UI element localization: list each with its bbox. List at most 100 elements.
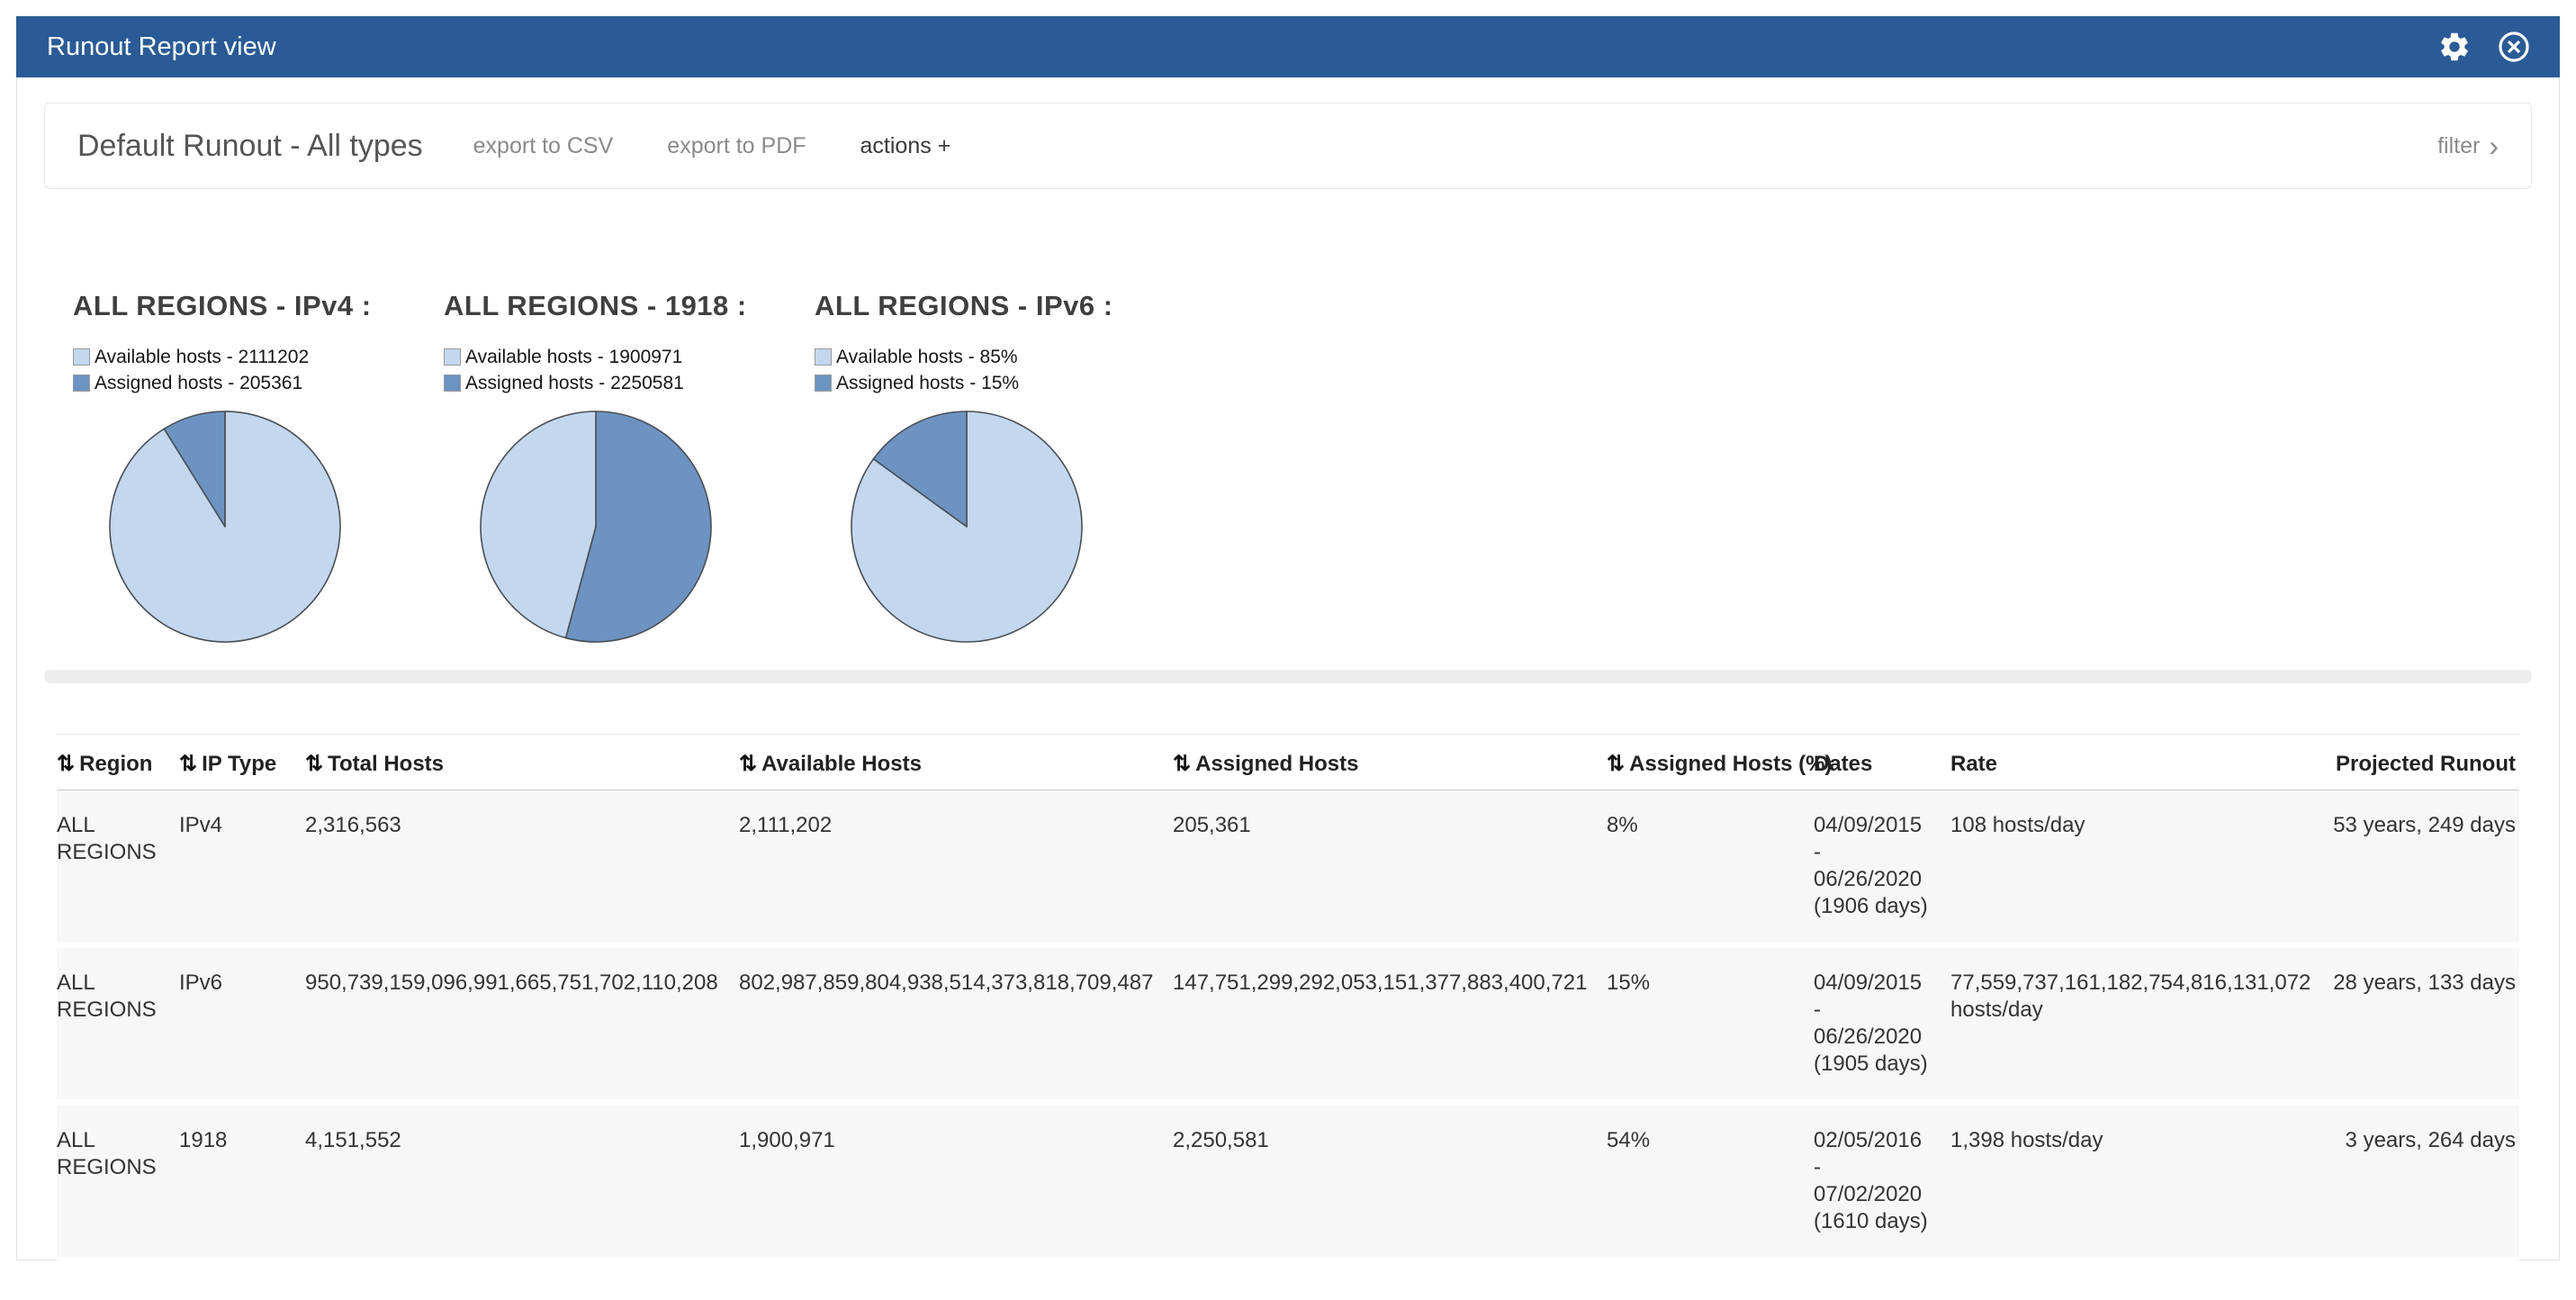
column-label: Rate — [1950, 752, 1997, 776]
column-label: Region — [79, 752, 152, 776]
table-header-row: ⇅Region ⇅IP Type ⇅Total Hosts ⇅Available… — [57, 735, 2519, 790]
chart-legend: Available hosts - 85% Assigned hosts - 1… — [815, 344, 1185, 396]
column-label: Dates — [1814, 752, 1872, 776]
toolbar: Default Runout - All types export to CSV… — [44, 103, 2532, 189]
cell-projected-runout: 3 years, 264 days — [2319, 1103, 2519, 1260]
chart-title: ALL REGIONS - IPv4 : — [73, 290, 444, 322]
column-header-rate: Rate — [1950, 735, 2319, 790]
window-titlebar: Runout Report view — [16, 16, 2560, 77]
sort-icon: ⇅ — [305, 752, 321, 776]
sort-icon: ⇅ — [739, 752, 755, 776]
column-label: Projected Runout — [2336, 752, 2516, 776]
cell-region: ALL REGIONS — [57, 945, 179, 1103]
export-csv-link[interactable]: export to CSV — [473, 133, 614, 159]
cell-ip-type: 1918 — [179, 1103, 305, 1260]
column-header-assigned-hosts[interactable]: ⇅Assigned Hosts — [1173, 735, 1607, 790]
column-label: Available Hosts — [761, 752, 922, 776]
column-label: IP Type — [202, 752, 276, 776]
cell-region: ALL REGIONS — [57, 790, 179, 945]
report-title: Default Runout - All types — [77, 129, 423, 164]
legend-label: Available hosts - 85% — [836, 347, 1018, 368]
legend-item: Available hosts - 85% — [815, 344, 1185, 370]
cell-assigned-pct: 54% — [1607, 1103, 1814, 1260]
close-icon-glyph — [2497, 30, 2531, 64]
legend-item: Assigned hosts - 205361 — [73, 370, 444, 396]
column-label: Assigned Hosts — [1195, 752, 1358, 776]
pie-chart-ipv4: ALL REGIONS - IPv4 : Available hosts - 2… — [73, 290, 444, 645]
runout-report-window: Runout Report view Default Runout - A — [0, 0, 2576, 1300]
report-panel: Runout Report view Default Runout - A — [16, 16, 2560, 1260]
legend-label: Assigned hosts - 205361 — [95, 373, 302, 394]
legend-swatch-assigned — [815, 375, 832, 392]
pie-chart-ipv6: ALL REGIONS - IPv6 : Available hosts - 8… — [815, 290, 1185, 645]
chevron-right-icon: › — [2489, 131, 2499, 160]
legend-item: Assigned hosts - 2250581 — [444, 370, 815, 396]
table-row-ipv6: ALL REGIONS IPv6 950,739,159,096,991,665… — [57, 945, 2519, 1103]
column-header-dates: Dates — [1814, 735, 1950, 790]
settings-gear-icon[interactable] — [2436, 28, 2473, 66]
legend-swatch-available — [815, 348, 832, 366]
cell-total-hosts: 950,739,159,096,991,665,751,702,110,208 — [305, 945, 739, 1103]
cell-total-hosts: 4,151,552 — [305, 1103, 739, 1260]
gear-icon-glyph — [2437, 30, 2472, 64]
horizontal-scrollbar[interactable] — [44, 670, 2532, 683]
cell-ip-type: IPv6 — [179, 945, 305, 1103]
export-pdf-link[interactable]: export to PDF — [667, 133, 806, 159]
cell-region: ALL REGIONS — [57, 1103, 179, 1260]
cell-projected-runout: 53 years, 249 days — [2319, 790, 2519, 945]
legend-label: Available hosts - 2111202 — [95, 347, 309, 368]
window-title: Runout Report view — [47, 32, 276, 62]
cell-available-hosts: 1,900,971 — [739, 1103, 1173, 1260]
column-header-total-hosts[interactable]: ⇅ Total Hosts — [305, 735, 739, 790]
cell-rate: 108 hosts/day — [1950, 790, 2319, 945]
column-header-available-hosts[interactable]: ⇅Available Hosts — [739, 735, 1173, 790]
runout-table: ⇅Region ⇅IP Type ⇅Total Hosts ⇅Available… — [57, 734, 2519, 1263]
legend-swatch-available — [73, 348, 90, 366]
chart-legend: Available hosts - 2111202 Assigned hosts… — [73, 344, 444, 396]
legend-swatch-available — [444, 348, 461, 366]
table-row-ipv4: ALL REGIONS IPv4 2,316,563 2,111,202 205… — [57, 790, 2519, 945]
legend-item: Assigned hosts - 15% — [815, 370, 1185, 396]
pie-ipv4 — [107, 409, 343, 645]
chart-title: ALL REGIONS - IPv6 : — [815, 290, 1185, 322]
column-header-assigned-pct[interactable]: ⇅Assigned Hosts (%) — [1607, 735, 1814, 790]
actions-menu-button[interactable]: actions + — [860, 133, 951, 159]
chart-legend: Available hosts - 1900971 Assigned hosts… — [444, 344, 815, 396]
legend-label: Assigned hosts - 2250581 — [465, 373, 684, 394]
sort-icon: ⇅ — [1607, 752, 1623, 776]
cell-available-hosts: 802,987,859,804,938,514,373,818,709,487 — [739, 945, 1173, 1103]
pie-chart-1918: ALL REGIONS - 1918 : Available hosts - 1… — [444, 290, 815, 645]
close-icon[interactable] — [2495, 28, 2533, 66]
cell-assigned-hosts: 147,751,299,292,053,151,377,883,400,721 — [1173, 945, 1607, 1103]
cell-dates: 02/05/2016 - 07/02/2020 (1610 days) — [1814, 1103, 1950, 1260]
sort-icon: ⇅ — [57, 752, 73, 776]
cell-ip-type: IPv4 — [179, 790, 305, 945]
legend-swatch-assigned — [73, 375, 90, 392]
legend-label: Available hosts - 1900971 — [465, 347, 682, 368]
cell-projected-runout: 28 years, 133 days — [2319, 945, 2519, 1103]
cell-dates: 04/09/2015 - 06/26/2020 (1906 days) — [1814, 790, 1950, 945]
column-label: Total Hosts — [328, 752, 444, 776]
legend-label: Assigned hosts - 15% — [836, 373, 1019, 394]
charts-section: ALL REGIONS - IPv4 : Available hosts - 2… — [17, 290, 2559, 645]
filter-toggle[interactable]: filter › — [2437, 131, 2499, 160]
pie-1918 — [478, 409, 714, 645]
cell-assigned-pct: 8% — [1607, 790, 1814, 945]
legend-swatch-assigned — [444, 375, 461, 392]
table-row-1918: ALL REGIONS 1918 4,151,552 1,900,971 2,2… — [57, 1103, 2519, 1260]
cell-total-hosts: 2,316,563 — [305, 790, 739, 945]
column-header-ip-type[interactable]: ⇅ IP Type — [179, 735, 305, 790]
chart-title: ALL REGIONS - 1918 : — [444, 290, 815, 322]
cell-assigned-pct: 15% — [1607, 945, 1814, 1103]
pie-ipv6 — [849, 409, 1085, 645]
column-header-projected-runout: Projected Runout — [2319, 735, 2519, 790]
sort-icon: ⇅ — [179, 752, 195, 776]
legend-item: Available hosts - 2111202 — [73, 344, 444, 370]
cell-assigned-hosts: 205,361 — [1173, 790, 1607, 945]
filter-label: filter — [2437, 133, 2480, 159]
column-header-region[interactable]: ⇅Region — [57, 735, 179, 790]
cell-dates: 04/09/2015 - 06/26/2020 (1905 days) — [1814, 945, 1950, 1103]
cell-rate: 77,559,737,161,182,754,816,131,072 hosts… — [1950, 945, 2319, 1103]
column-label: Assigned Hosts (%) — [1629, 752, 1832, 776]
cell-available-hosts: 2,111,202 — [739, 790, 1173, 945]
